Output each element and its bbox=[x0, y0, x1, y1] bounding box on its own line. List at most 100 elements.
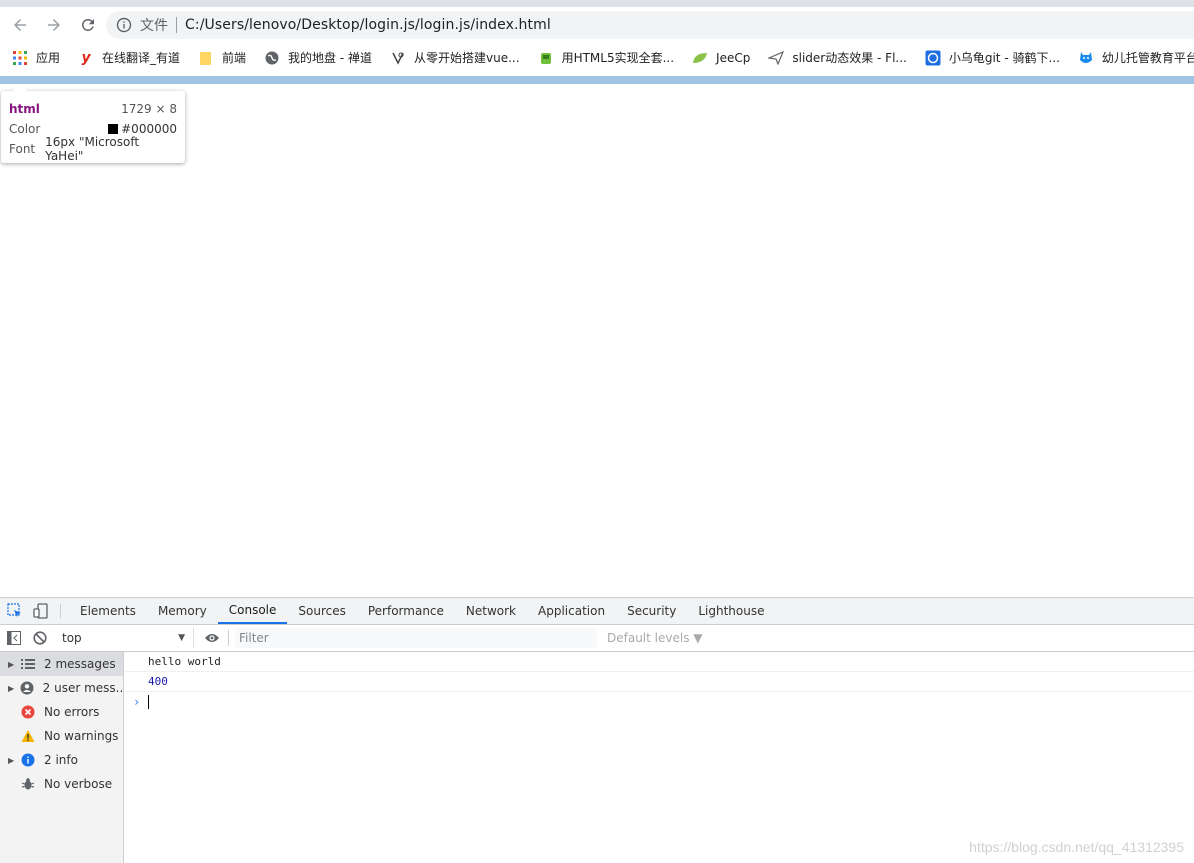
arrow-left-icon bbox=[14, 19, 26, 31]
sidebar-item-user-messages[interactable]: ▶ 2 user mess... bbox=[0, 676, 123, 700]
context-selector[interactable]: top ▼ bbox=[58, 628, 194, 648]
address-url[interactable]: C:/Users/lenovo/Desktop/login.js/login.j… bbox=[185, 17, 551, 33]
forward-button[interactable] bbox=[38, 9, 70, 41]
tooltip-font-label: Font bbox=[9, 142, 36, 156]
apps-grid-icon bbox=[12, 50, 28, 66]
user-icon bbox=[19, 680, 34, 696]
color-swatch bbox=[108, 124, 119, 134]
sidebar-item-info[interactable]: ▶ 2 info bbox=[0, 748, 123, 772]
tab-performance[interactable]: Performance bbox=[357, 598, 455, 624]
address-separator bbox=[176, 17, 177, 33]
list-icon bbox=[20, 656, 36, 672]
expand-arrow-icon[interactable]: ▶ bbox=[8, 756, 20, 765]
bookmark-folder-frontend[interactable]: 前端 bbox=[198, 49, 246, 66]
inspect-element-button[interactable] bbox=[2, 598, 28, 624]
bookmark-vue[interactable]: 从零开始搭建vue... bbox=[390, 49, 520, 66]
bookmark-label: slider动态效果 - Fl... bbox=[792, 51, 907, 65]
toolbar-divider bbox=[60, 604, 61, 618]
sidebar-item-messages[interactable]: ▶ 2 messages bbox=[0, 652, 123, 676]
chevron-down-icon: ▼ bbox=[178, 633, 185, 643]
sidebar-item-label: 2 messages bbox=[44, 657, 116, 671]
paper-plane-icon bbox=[768, 50, 785, 66]
tooltip-dimensions: 1729 × 8 bbox=[121, 102, 177, 116]
context-value: top bbox=[62, 631, 82, 645]
bookmark-label: 小乌龟git - 骑鹤下... bbox=[948, 51, 1060, 65]
bookmark-zentao[interactable]: 我的地盘 - 禅道 bbox=[264, 49, 372, 66]
arrow-right-icon bbox=[48, 19, 60, 31]
sidebar-item-label: 2 info bbox=[44, 753, 78, 767]
bookmark-jeecp[interactable]: JeeCp bbox=[692, 50, 750, 66]
console-prompt[interactable]: › bbox=[125, 692, 1194, 712]
error-icon bbox=[20, 704, 36, 720]
watermark: https://blog.csdn.net/qq_41312395 bbox=[969, 839, 1184, 855]
bookmark-html5[interactable]: 用HTML5实现全套... bbox=[538, 49, 674, 66]
console-message: 400 bbox=[125, 672, 1194, 692]
expand-arrow-icon[interactable]: ▶ bbox=[8, 660, 20, 669]
log-levels-dropdown[interactable]: Default levels ▼ bbox=[607, 631, 703, 645]
tooltip-font-value: 16px "Microsoft YaHei" bbox=[45, 135, 140, 163]
sidebar-item-errors[interactable]: No errors bbox=[0, 700, 123, 724]
sidebar-item-warnings[interactable]: No warnings bbox=[0, 724, 123, 748]
sidebar-item-verbose[interactable]: No verbose bbox=[0, 772, 123, 796]
bookmark-label: 从零开始搭建vue... bbox=[414, 51, 520, 65]
console-output[interactable]: hello world 400 › bbox=[125, 652, 1194, 863]
console-filter-input[interactable] bbox=[235, 628, 597, 648]
back-button[interactable] bbox=[4, 9, 36, 41]
bookmark-slider[interactable]: slider动态效果 - Fl... bbox=[768, 49, 907, 66]
highlighted-html-element bbox=[0, 76, 1194, 84]
text-cursor bbox=[148, 695, 149, 709]
bookmark-label: 在线翻译_有道 bbox=[102, 51, 181, 65]
info-icon[interactable] bbox=[116, 17, 132, 33]
bookmark-git[interactable]: 小乌龟git - 骑鹤下... bbox=[925, 49, 1060, 66]
live-expression-button[interactable] bbox=[202, 628, 222, 648]
folder-icon bbox=[198, 50, 214, 66]
filter-divider bbox=[228, 630, 229, 646]
clear-console-button[interactable] bbox=[28, 626, 52, 650]
device-icon bbox=[33, 603, 48, 619]
bookmark-label: 前端 bbox=[222, 51, 247, 65]
tab-security[interactable]: Security bbox=[616, 598, 687, 624]
console-toolbar: top ▼ Default levels ▼ bbox=[0, 625, 1194, 652]
bookmarks-bar: 应用 y 在线翻译_有道 前端 我的地盘 - 禅道 从零开始搭建vue... 用… bbox=[0, 43, 1194, 72]
prompt-chevron-icon: › bbox=[133, 695, 141, 709]
info-icon bbox=[20, 752, 36, 768]
warning-icon bbox=[20, 728, 36, 744]
sidebar-item-label: No warnings bbox=[44, 729, 119, 743]
sidebar-item-label: No errors bbox=[44, 705, 100, 719]
bookmark-label: 幼儿托管教育平台 bbox=[1101, 51, 1194, 65]
tab-console[interactable]: Console bbox=[217, 598, 288, 624]
expand-arrow-icon[interactable]: ▶ bbox=[8, 684, 19, 693]
globe-icon bbox=[264, 50, 280, 66]
tab-network[interactable]: Network bbox=[455, 598, 527, 624]
inspect-cursor-icon bbox=[7, 603, 21, 617]
tooltip-font-row: Font 16px "Microsoft YaHei" bbox=[9, 135, 177, 163]
bookmark-apps[interactable]: 应用 bbox=[12, 49, 60, 66]
csdn-icon bbox=[925, 50, 941, 66]
bookmark-childcare[interactable]: 幼儿托管教育平台 bbox=[1078, 49, 1194, 66]
bookmark-youdao[interactable]: y 在线翻译_有道 bbox=[78, 49, 180, 66]
mascot-icon bbox=[1078, 50, 1094, 66]
tab-elements[interactable]: Elements bbox=[69, 598, 147, 624]
tooltip-arrow bbox=[13, 84, 27, 91]
sidebar-item-label: No verbose bbox=[44, 777, 113, 791]
vue-icon bbox=[390, 50, 406, 66]
tooltip-tag: html bbox=[9, 102, 40, 116]
toggle-sidebar-button[interactable] bbox=[2, 626, 26, 650]
tooltip-header: html 1729 × 8 bbox=[9, 99, 177, 119]
tab-sources[interactable]: Sources bbox=[287, 598, 356, 624]
device-toolbar-button[interactable] bbox=[28, 598, 54, 624]
tab-memory[interactable]: Memory bbox=[147, 598, 218, 624]
address-bar[interactable]: 文件 C:/Users/lenovo/Desktop/login.js/logi… bbox=[106, 11, 1194, 39]
sidebar-icon bbox=[7, 631, 21, 645]
youdao-icon: y bbox=[81, 49, 91, 66]
devtools-panel: Elements Memory Console Sources Performa… bbox=[0, 597, 1194, 863]
sidebar-item-label: 2 user mess... bbox=[42, 681, 123, 695]
block-icon bbox=[33, 631, 47, 645]
reload-button[interactable] bbox=[72, 9, 104, 41]
tab-lighthouse[interactable]: Lighthouse bbox=[687, 598, 775, 624]
tab-application[interactable]: Application bbox=[527, 598, 616, 624]
address-scheme: 文件 bbox=[140, 18, 168, 34]
bug-icon bbox=[20, 776, 36, 792]
tooltip-color-value-wrap: #000000 bbox=[108, 122, 177, 136]
leaf-icon bbox=[692, 50, 708, 66]
